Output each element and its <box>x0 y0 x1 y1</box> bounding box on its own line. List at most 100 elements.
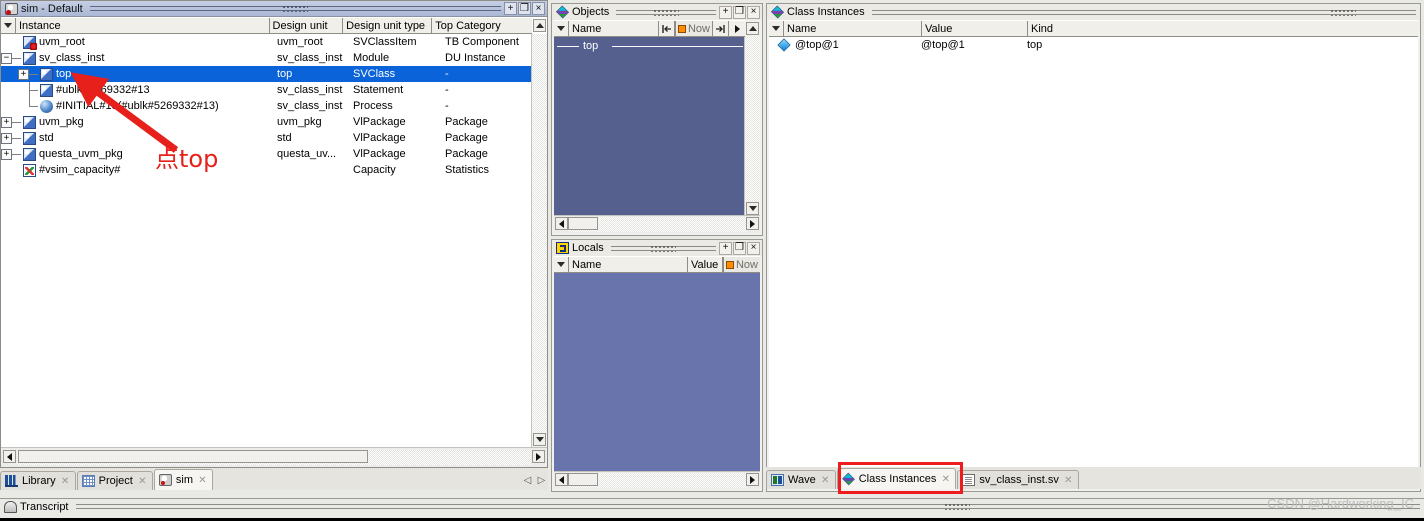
table-row-selected[interactable]: + top top SVClass - <box>1 66 532 82</box>
locals-list[interactable] <box>554 273 760 472</box>
table-row[interactable]: + questa_uvm_pkg questa_uv... VlPackage P… <box>1 146 532 162</box>
table-row[interactable]: + uvm_pkg uvm_pkg VlPackage Package <box>1 114 532 130</box>
objects-panel-undock-button[interactable]: ❐ <box>733 5 746 19</box>
transcript-titlebar[interactable]: Transcript <box>0 499 1424 514</box>
tab-close-icon[interactable]: ✕ <box>61 476 70 486</box>
objects-header-more-icon[interactable] <box>729 21 745 36</box>
class-instances-drag-grip[interactable] <box>871 7 1417 18</box>
objects-column-name[interactable]: Name <box>569 21 659 36</box>
ci-column-value[interactable]: Value <box>922 21 1028 36</box>
collapse-expander-icon[interactable]: − <box>1 52 12 64</box>
sim-panel-titlebar[interactable]: sim - Default + ❐ × <box>1 1 547 17</box>
locals-hscroll-left-button[interactable] <box>555 473 568 486</box>
locals-panel-close-button[interactable]: × <box>747 241 760 255</box>
sim-panel-dock-button[interactable]: + <box>504 2 517 15</box>
table-row[interactable]: @top@1 @top@1 top <box>769 37 1418 53</box>
tab-close-icon[interactable]: ✕ <box>198 475 207 485</box>
locals-panel-undock-button[interactable]: ❐ <box>733 241 746 255</box>
objects-vscroll-down-button[interactable] <box>746 202 759 215</box>
class-instance-diamond-icon <box>777 38 791 52</box>
sim-horizontal-scrollbar[interactable] <box>1 447 547 467</box>
objects-panel-titlebar[interactable]: Objects + ❐ × <box>552 4 762 20</box>
table-row[interactable]: uvm_root uvm_root SVClassItem TB Compone… <box>1 34 532 50</box>
sim-column-design-unit-type[interactable]: Design unit type <box>343 18 433 33</box>
tab-close-icon[interactable]: ✕ <box>1064 475 1073 485</box>
objects-hscroll-right-button[interactable] <box>746 217 759 230</box>
expand-expander-icon[interactable]: + <box>18 68 29 80</box>
sim-row-name: #ublk#5269332#13 <box>56 84 150 96</box>
sim-hscroll-left-button[interactable] <box>3 450 16 463</box>
sim-vscroll-up-button[interactable] <box>533 19 546 32</box>
sim-panel-undock-button[interactable]: ❐ <box>518 2 531 15</box>
objects-horizontal-scrollbar[interactable] <box>554 215 760 233</box>
sim-row-name: sv_class_inst <box>39 52 105 64</box>
tab-wave[interactable]: Wave ✕ <box>766 470 836 489</box>
expand-expander-icon[interactable]: + <box>1 116 12 128</box>
tab-close-icon[interactable]: ✕ <box>138 476 147 486</box>
sim-row-top-category: Package <box>445 148 488 160</box>
class-instances-titlebar[interactable]: Class Instances <box>767 4 1420 20</box>
objects-panel-close-button[interactable]: × <box>747 5 760 19</box>
table-row[interactable]: + std std VlPackage Package <box>1 130 532 146</box>
table-row[interactable]: #vsim_capacity# Capacity Statistics <box>1 162 532 178</box>
sim-panel-body: Instance Design unit Design unit type To… <box>1 17 547 467</box>
ci-column-kind[interactable]: Kind <box>1028 21 1418 36</box>
now-button[interactable]: Now <box>674 21 713 36</box>
objects-hscroll-left-button[interactable] <box>555 217 568 230</box>
locals-hscroll-thumb[interactable] <box>568 473 598 486</box>
tab-project[interactable]: Project ✕ <box>76 471 153 490</box>
locals-panel-drag-grip[interactable] <box>610 243 717 254</box>
objects-vscroll-up-button[interactable] <box>746 22 759 35</box>
objects-group-row[interactable]: top <box>554 39 745 54</box>
ci-row-value: @top@1 <box>921 39 965 51</box>
now-marker-icon <box>725 260 734 269</box>
locals-horizontal-scrollbar[interactable] <box>554 471 760 489</box>
objects-hscroll-thumb[interactable] <box>568 217 598 230</box>
locals-filter-icon[interactable] <box>554 257 569 272</box>
locals-panel-dock-button[interactable]: + <box>719 241 732 255</box>
locals-hscroll-right-button[interactable] <box>746 473 759 486</box>
objects-panel-dock-button[interactable]: + <box>719 5 732 19</box>
transcript-title: Transcript <box>20 500 69 513</box>
expand-expander-icon[interactable]: + <box>1 132 12 144</box>
sim-row-design-unit: uvm_root <box>277 36 323 48</box>
table-row[interactable]: #INITIAL#13(#ublk#5269332#13) sv_class_i… <box>1 98 532 114</box>
sim-vscroll-down-button[interactable] <box>533 433 546 446</box>
objects-vertical-scrollbar[interactable] <box>744 37 760 216</box>
locals-column-name[interactable]: Name <box>569 257 688 272</box>
locals-column-value[interactable]: Value <box>688 257 723 272</box>
sim-column-top-category[interactable]: Top Category <box>432 18 532 33</box>
sim-tree[interactable]: uvm_root uvm_root SVClassItem TB Compone… <box>1 34 532 447</box>
sim-row-design-unit: sv_class_inst <box>277 100 343 112</box>
sim-panel-close-button[interactable]: × <box>532 2 545 15</box>
objects-list[interactable]: top <box>554 37 745 216</box>
table-row[interactable]: #ublk#5269332#13 sv_class_inst Statement… <box>1 82 532 98</box>
objects-filter-icon[interactable] <box>554 21 569 36</box>
left-tab-strip[interactable]: Library ✕ Project ✕ sim ✕ ◁ ▷ <box>0 468 548 490</box>
next-transition-icon[interactable] <box>713 21 729 36</box>
class-instances-list[interactable]: @top@1 @top@1 top <box>769 37 1418 489</box>
tab-sv-class-inst-sv[interactable]: sv_class_inst.sv ✕ <box>957 470 1079 489</box>
tab-sim[interactable]: sim ✕ <box>153 469 213 490</box>
sim-column-design-unit[interactable]: Design unit <box>270 18 344 33</box>
objects-panel-body: Name Now top <box>554 20 760 233</box>
tab-scroll-next-button[interactable]: ▷ <box>535 474 548 487</box>
tab-scroll-prev-button[interactable]: ◁ <box>521 474 534 487</box>
expand-expander-icon[interactable]: + <box>1 148 12 160</box>
tab-close-icon[interactable]: ✕ <box>821 475 830 485</box>
sim-column-instance[interactable]: Instance <box>16 18 270 33</box>
locals-panel-titlebar[interactable]: Locals + ❐ × <box>552 240 762 256</box>
class-instances-filter-icon[interactable] <box>769 21 784 36</box>
sim-vertical-scrollbar[interactable] <box>531 34 547 447</box>
locals-now-button[interactable]: Now <box>722 257 760 272</box>
prev-transition-icon[interactable] <box>658 21 675 36</box>
sim-panel-drag-grip[interactable] <box>89 3 502 14</box>
sim-filter-icon[interactable] <box>1 18 16 33</box>
tab-library[interactable]: Library ✕ <box>0 471 76 490</box>
sim-hscroll-thumb[interactable] <box>18 450 368 463</box>
ci-column-name[interactable]: Name <box>784 21 922 36</box>
transcript-drag-grip[interactable] <box>75 501 1421 512</box>
table-row[interactable]: − sv_class_inst sv_class_inst Module DU I… <box>1 50 532 66</box>
sim-hscroll-right-button[interactable] <box>532 450 545 463</box>
objects-panel-drag-grip[interactable] <box>616 7 716 18</box>
